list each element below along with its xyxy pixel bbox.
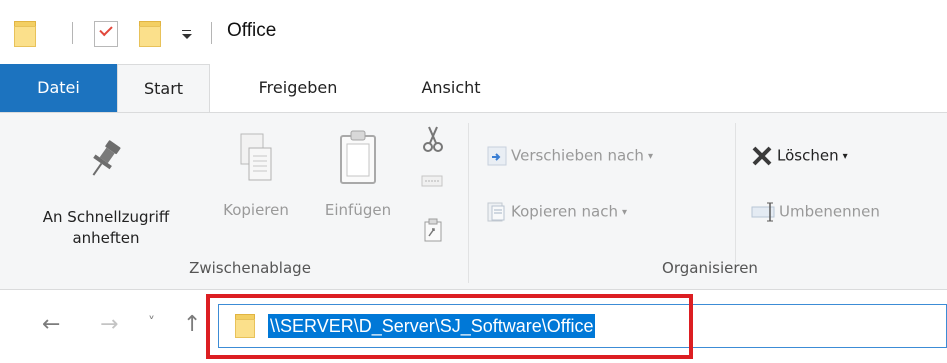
title-separator bbox=[211, 22, 212, 44]
paste-button[interactable]: Einfügen bbox=[306, 129, 410, 221]
chevron-down-icon: ▾ bbox=[647, 150, 653, 162]
properties-icon[interactable] bbox=[94, 21, 118, 47]
copy-to-button[interactable]: Kopieren nach ▾ bbox=[487, 201, 627, 223]
paste-icon bbox=[340, 130, 376, 184]
move-to-button[interactable]: Verschieben nach ▾ bbox=[487, 145, 653, 167]
chevron-down-icon: ▾ bbox=[621, 206, 628, 218]
annotation-highlight-box bbox=[206, 294, 693, 359]
new-folder-icon[interactable] bbox=[139, 21, 161, 47]
delete-button[interactable]: Löschen ▾ bbox=[751, 145, 848, 167]
cut-icon[interactable] bbox=[420, 125, 446, 153]
group-separator bbox=[735, 123, 736, 263]
rename-label: Umbenennen bbox=[779, 202, 880, 221]
pin-icon bbox=[92, 140, 121, 176]
pin-label-line1: An Schnellzugriff bbox=[42, 208, 170, 226]
group-separator bbox=[468, 123, 469, 283]
ribbon-tabs: Datei Start Freigeben Ansicht bbox=[0, 64, 947, 113]
delete-label: Löschen bbox=[777, 146, 839, 165]
ribbon: An Schnellzugriff anheften Kopieren Einf… bbox=[0, 112, 947, 290]
rename-button[interactable]: Umbenennen bbox=[751, 201, 880, 223]
forward-arrow-icon[interactable]: → bbox=[100, 312, 118, 337]
chevron-down-icon: ▾ bbox=[842, 150, 848, 162]
navigation-bar: ← → ˅ ↑ \\SERVER\D_Server\SJ_Software\Of… bbox=[0, 290, 947, 363]
up-arrow-icon[interactable]: ↑ bbox=[183, 312, 201, 337]
title-bar: Office bbox=[0, 0, 947, 62]
back-arrow-icon[interactable]: ← bbox=[42, 312, 60, 337]
paste-shortcut-icon[interactable] bbox=[420, 217, 446, 243]
recent-locations-chevron-icon[interactable]: ˅ bbox=[148, 315, 155, 331]
copy-button[interactable]: Kopieren bbox=[208, 131, 304, 221]
clipboard-group-label: Zwischenablage bbox=[189, 259, 311, 277]
organize-group-label: Organisieren bbox=[662, 259, 758, 277]
window-title: Office bbox=[227, 20, 277, 41]
customize-quick-access-icon[interactable] bbox=[179, 24, 195, 44]
delete-x-icon bbox=[752, 146, 772, 166]
tab-datei[interactable]: Datei bbox=[0, 64, 117, 112]
copy-icon bbox=[240, 133, 272, 181]
copy-path-icon[interactable] bbox=[420, 173, 446, 189]
copy-to-icon bbox=[487, 202, 505, 222]
copy-label: Kopieren bbox=[223, 201, 289, 219]
tab-ansicht[interactable]: Ansicht bbox=[394, 64, 508, 112]
folder-icon[interactable] bbox=[14, 21, 36, 47]
tab-freigeben[interactable]: Freigeben bbox=[236, 64, 360, 112]
paste-label: Einfügen bbox=[324, 201, 392, 219]
copy-to-label: Kopieren nach bbox=[511, 202, 618, 221]
tab-start[interactable]: Start bbox=[117, 64, 210, 113]
move-to-label: Verschieben nach bbox=[511, 146, 644, 165]
toolbar-separator bbox=[72, 22, 73, 44]
rename-icon bbox=[751, 202, 775, 222]
pin-label-line2: anheften bbox=[72, 229, 140, 247]
move-to-icon bbox=[487, 146, 507, 166]
pin-to-quick-access-button[interactable]: An Schnellzugriff anheften bbox=[4, 135, 208, 249]
